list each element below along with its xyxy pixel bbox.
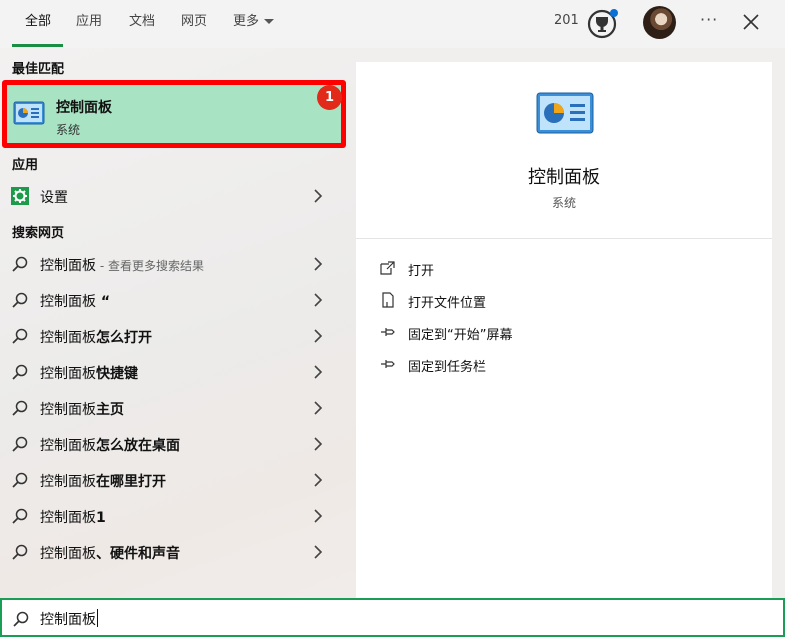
preview-title: 控制面板: [528, 167, 600, 188]
action-label: 打开文件位置: [408, 296, 487, 311]
chevron-right-icon: [314, 365, 323, 379]
file-location-icon: [382, 292, 394, 308]
web-result[interactable]: 控制面板 - 查看更多搜索结果: [0, 246, 356, 282]
pin-icon: [381, 328, 395, 336]
chevron-right-icon: [314, 329, 323, 343]
web-result[interactable]: 控制面板 “: [0, 282, 356, 318]
best-match-subtitle: 系统: [56, 123, 81, 137]
apps-heading: 应用: [12, 158, 39, 173]
web-result-text: 控制面板快捷键: [40, 366, 138, 382]
chevron-right-icon: [314, 473, 323, 487]
chevron-right-icon: [314, 545, 323, 559]
search-icon: [12, 328, 28, 344]
web-result-text: 控制面板怎么放在桌面: [40, 438, 180, 454]
preview-subtitle: 系统: [551, 196, 576, 210]
action-pin-to-start[interactable]: 固定到“开始”屏幕: [380, 320, 760, 346]
tab-more-label: 更多: [233, 14, 260, 29]
action-label: 固定到“开始”屏幕: [408, 328, 513, 343]
web-result-text: 控制面板主页: [40, 402, 124, 418]
search-query: 控制面板: [40, 612, 96, 628]
search-icon: [12, 472, 28, 488]
settings-gear-icon: [11, 187, 29, 205]
search-icon: [12, 364, 28, 380]
web-result-text: 控制面板、硬件和声音: [40, 546, 180, 562]
top-tab-bar: 全部 应用 文档 网页 更多 201 ···: [0, 0, 785, 48]
step-badge: 1: [317, 85, 342, 110]
chevron-right-icon: [314, 257, 323, 271]
rewards-trophy-icon[interactable]: [587, 7, 619, 39]
search-icon: [13, 611, 29, 627]
results-list: 最佳匹配 控制面板 系统 1 应用 设置 搜索网页 控制面板 - 查看更多搜索结…: [0, 48, 356, 598]
chevron-right-icon: [314, 293, 323, 307]
chevron-right-icon: [314, 401, 323, 415]
web-result-text: 控制面板怎么打开: [40, 330, 152, 346]
web-result[interactable]: 控制面板怎么放在桌面: [0, 426, 356, 462]
tab-documents[interactable]: 文档: [129, 12, 155, 36]
app-result-settings[interactable]: 设置: [0, 178, 356, 214]
web-result[interactable]: 控制面板1: [0, 498, 356, 534]
web-result[interactable]: 控制面板、硬件和声音: [0, 534, 356, 570]
pin-icon: [381, 360, 395, 368]
web-result-text: 控制面板 “: [40, 294, 111, 310]
best-match-heading: 最佳匹配: [12, 62, 65, 77]
web-result-text: 控制面板在哪里打开: [40, 474, 166, 490]
divider: [356, 238, 772, 239]
search-icon: [12, 544, 28, 560]
search-icon: [12, 292, 28, 308]
web-result[interactable]: 控制面板快捷键: [0, 354, 356, 390]
action-label: 打开: [408, 264, 435, 279]
chevron-down-icon: [264, 19, 275, 24]
web-result[interactable]: 控制面板怎么打开: [0, 318, 356, 354]
web-result[interactable]: 控制面板主页: [0, 390, 356, 426]
web-result[interactable]: 控制面板在哪里打开: [0, 462, 356, 498]
search-icon: [12, 436, 28, 452]
search-icon: [12, 400, 28, 416]
web-result-text: 控制面板1: [40, 510, 106, 526]
tab-apps[interactable]: 应用: [76, 12, 102, 36]
search-box[interactable]: 控制面板: [0, 598, 785, 637]
tab-web[interactable]: 网页: [181, 12, 207, 36]
control-panel-icon: [13, 101, 45, 125]
web-result-text: 控制面板 - 查看更多搜索结果: [40, 258, 204, 274]
settings-label: 设置: [40, 190, 68, 206]
search-icon: [12, 508, 28, 524]
more-options-icon[interactable]: ···: [700, 10, 718, 29]
web-search-heading: 搜索网页: [12, 226, 65, 241]
tab-more[interactable]: 更多: [233, 12, 275, 36]
chevron-right-icon: [314, 437, 323, 451]
tab-all[interactable]: 全部: [25, 12, 51, 36]
chevron-right-icon: [314, 509, 323, 523]
search-icon: [12, 256, 28, 272]
close-icon[interactable]: [741, 12, 761, 32]
action-open[interactable]: 打开: [380, 256, 760, 282]
action-pin-to-taskbar[interactable]: 固定到任务栏: [380, 352, 760, 378]
action-open-file-location[interactable]: 打开文件位置: [380, 288, 760, 314]
control-panel-icon: [536, 92, 594, 134]
rewards-points: 201: [554, 13, 579, 28]
user-avatar[interactable]: [643, 6, 676, 39]
best-match-title: 控制面板: [56, 100, 112, 116]
action-label: 固定到任务栏: [408, 360, 487, 375]
search-input[interactable]: 控制面板: [40, 609, 98, 629]
best-match-item[interactable]: 控制面板 系统: [2, 80, 346, 148]
open-icon: [380, 261, 395, 275]
text-cursor: [97, 609, 98, 627]
chevron-right-icon: [314, 189, 323, 203]
active-tab-indicator: [12, 44, 63, 47]
preview-pane: 控制面板 系统 打开 打开文件位置 固定到“开始”屏幕 固定到任务栏: [356, 62, 772, 598]
